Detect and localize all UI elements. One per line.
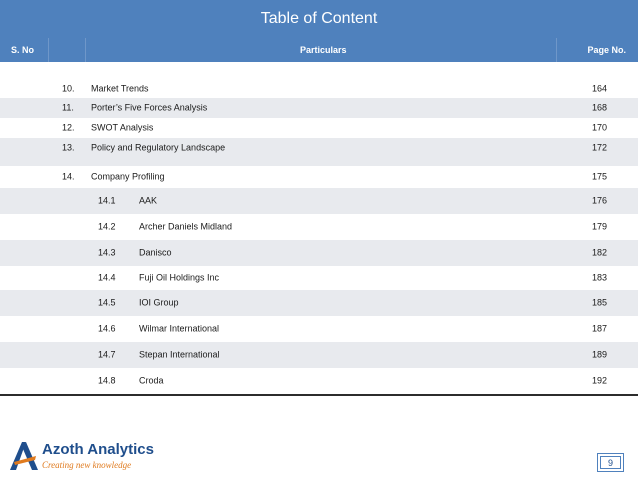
subrow-label: Wilmar International bbox=[139, 323, 220, 334]
subrow-number: 14.8 bbox=[98, 375, 116, 386]
page-title: Table of Content bbox=[260, 10, 378, 27]
azoth-logo-icon bbox=[10, 442, 38, 470]
subrow-number: 14.1 bbox=[98, 195, 116, 206]
subrow-label: Croda bbox=[139, 375, 164, 386]
row-page: 175 bbox=[592, 171, 608, 182]
table-row: 10. Market Trends 164 bbox=[0, 79, 638, 98]
row-label: Porter’s Five Forces Analysis bbox=[91, 102, 208, 113]
sub-row: 14.8 Croda 192 bbox=[0, 368, 638, 394]
sub-row: 14.6 Wilmar International 187 bbox=[0, 316, 638, 342]
row-number: 10. bbox=[62, 83, 75, 93]
sub-row: 14.5 IOI Group 185 bbox=[0, 290, 638, 316]
page-number-box: 9 bbox=[597, 453, 624, 472]
subrow-page: 183 bbox=[592, 272, 608, 283]
row-number: 13. bbox=[62, 142, 75, 153]
row-label: Market Trends bbox=[91, 83, 149, 93]
header-divider bbox=[85, 38, 86, 62]
subrow-label: Stepan International bbox=[139, 349, 220, 360]
subrow-number: 14.7 bbox=[98, 349, 116, 360]
table-row: 13. Policy and Regulatory Landscape 172 bbox=[0, 138, 638, 166]
header-divider bbox=[48, 38, 49, 62]
subrow-label: Fuji Oil Holdings Inc bbox=[139, 272, 220, 283]
azoth-logo: Azoth Analytics Creating new knowledge bbox=[8, 440, 168, 474]
subrow-label: Danisco bbox=[139, 247, 172, 258]
page-number: 9 bbox=[607, 457, 613, 468]
title-bar: Table of Content bbox=[0, 0, 638, 38]
subrow-page: 187 bbox=[592, 323, 608, 334]
row-number: 11. bbox=[62, 102, 74, 113]
subrow-label: AAK bbox=[139, 195, 158, 206]
row-page: 164 bbox=[592, 83, 608, 93]
subrow-page: 189 bbox=[592, 349, 608, 360]
subrow-page: 182 bbox=[592, 247, 608, 258]
row-label: SWOT Analysis bbox=[91, 122, 154, 133]
row-page: 170 bbox=[592, 122, 608, 133]
table-bottom-rule bbox=[0, 394, 638, 396]
table-row: 11. Porter’s Five Forces Analysis 168 bbox=[0, 98, 638, 118]
subrow-number: 14.2 bbox=[98, 221, 116, 232]
header-divider bbox=[556, 38, 557, 62]
sub-row: 14.2 Archer Daniels Midland 179 bbox=[0, 214, 638, 240]
subrow-label: IOI Group bbox=[139, 297, 179, 308]
logo-tagline: Creating new knowledge bbox=[42, 460, 132, 470]
header-page-no: Page No. bbox=[587, 45, 626, 55]
row-number: 14. bbox=[62, 171, 75, 182]
sub-row: 14.4 Fuji Oil Holdings Inc 183 bbox=[0, 266, 638, 290]
row-page: 168 bbox=[592, 102, 608, 113]
sub-row: 14.1 AAK 176 bbox=[0, 188, 638, 214]
table-header: S. No Particulars Page No. bbox=[0, 38, 638, 62]
subrow-label: Archer Daniels Midland bbox=[139, 221, 233, 232]
subrow-page: 185 bbox=[592, 297, 608, 308]
sub-row: 14.7 Stepan International 189 bbox=[0, 342, 638, 368]
subrow-number: 14.5 bbox=[98, 297, 116, 308]
subrow-number: 14.6 bbox=[98, 323, 116, 334]
header-particulars: Particulars bbox=[300, 45, 347, 55]
subrow-page: 179 bbox=[592, 221, 608, 232]
table-row: 14. Company Profiling 175 bbox=[0, 166, 638, 188]
subrow-number: 14.3 bbox=[98, 247, 116, 258]
row-number: 12. bbox=[62, 122, 75, 133]
subrow-page: 192 bbox=[592, 375, 608, 386]
subrow-page: 176 bbox=[592, 195, 608, 206]
subrow-number: 14.4 bbox=[98, 272, 116, 283]
row-page: 172 bbox=[592, 142, 608, 153]
sub-row: 14.3 Danisco 182 bbox=[0, 240, 638, 266]
logo-name: Azoth Analytics bbox=[42, 441, 154, 458]
row-label: Policy and Regulatory Landscape bbox=[91, 142, 226, 153]
header-sno: S. No bbox=[11, 45, 35, 55]
row-label: Company Profiling bbox=[91, 171, 165, 182]
table-row: 12. SWOT Analysis 170 bbox=[0, 118, 638, 138]
